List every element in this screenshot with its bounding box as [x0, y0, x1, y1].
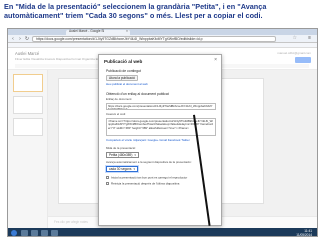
advance-select-value: cada 30 segons	[109, 167, 132, 171]
stop-publishing-button[interactable]: Atura la publicació	[106, 75, 139, 81]
size-select[interactable]: Petita (480x389) ▾	[106, 152, 139, 158]
publish-to-web-dialog: Publicació al web × Publicació de contin…	[98, 54, 222, 226]
close-icon[interactable]: ×	[214, 57, 217, 63]
published-note: Heu publicat el document al web	[106, 82, 148, 86]
forward-arrow-icon[interactable]: ›	[17, 36, 23, 42]
clock-date: 11/05/2014	[296, 233, 312, 237]
address-bar[interactable]: https://docs.google.com/presentation/d/1…	[32, 36, 276, 42]
embed-section-label: Obtenció d'un enllaç al document publica…	[106, 92, 169, 96]
doc-link-field[interactable]: https://docs.google.com/presentation/d/1…	[106, 103, 216, 110]
taskbar-app-icon[interactable]	[31, 230, 38, 236]
embed-code-field[interactable]: <iframe src="https://docs.google.com/pre…	[106, 118, 216, 136]
start-button[interactable]	[11, 230, 17, 236]
loop-option[interactable]: Reinicia la presentació després de l'últ…	[106, 181, 180, 186]
dialog-title: Publicació al web	[104, 59, 143, 64]
share-links[interactable]: Comparteix el vincle mitjançant: Google+…	[106, 138, 190, 143]
chevron-down-icon: ▾	[134, 153, 136, 157]
reload-icon[interactable]: ↻	[24, 36, 30, 42]
embed-code-label: Insereix el codi	[106, 112, 126, 116]
bookmark-star-icon[interactable]: ☆	[293, 35, 297, 41]
advance-select[interactable]: cada 30 segons ▾	[106, 166, 139, 172]
tab-close-icon[interactable]: ×	[126, 29, 128, 33]
address-bar-url: https://docs.google.com/presentation/d/1…	[36, 37, 203, 41]
windows-taskbar: 11:41 11/05/2014	[8, 228, 317, 237]
start-on-load-label: Inicia la presentació tan bon punt es ca…	[111, 175, 188, 180]
taskbar-app-icon[interactable]	[41, 230, 48, 236]
browser-menu-icon[interactable]: ≡	[308, 35, 311, 41]
size-label: Mida de la presentació:	[106, 146, 136, 150]
checkbox[interactable]	[106, 176, 109, 179]
instruction-caption: En "Mida de la presentació" seleccionem …	[4, 2, 267, 20]
system-clock: 11:41 11/05/2014	[296, 229, 312, 237]
checkbox[interactable]	[106, 182, 109, 185]
taskbar-app-icon[interactable]	[51, 230, 58, 236]
publish-section-label: Publicació de contingut	[106, 69, 141, 73]
loop-label: Reinicia la presentació després de l'últ…	[111, 181, 180, 186]
chevron-down-icon: ▾	[133, 167, 136, 171]
taskbar-app-icon[interactable]	[21, 230, 28, 236]
tab-title: Auslei Marcé - Google Sl	[69, 29, 105, 33]
back-arrow-icon[interactable]: ‹	[10, 36, 16, 42]
browser-toolbar: ‹ › ↻ https://docs.google.com/presentati…	[8, 35, 317, 43]
start-on-load-option[interactable]: Inicia la presentació tan bon punt es ca…	[106, 175, 188, 180]
doc-link-label: Enllaç de document	[106, 97, 132, 101]
advance-label: Avança automàticament a la següent diapo…	[106, 160, 192, 164]
size-select-value: Petita (480x389)	[109, 153, 133, 157]
screen-capture: Auslei Marcé - Google Sl × ‹ › ↻ https:/…	[7, 28, 318, 237]
